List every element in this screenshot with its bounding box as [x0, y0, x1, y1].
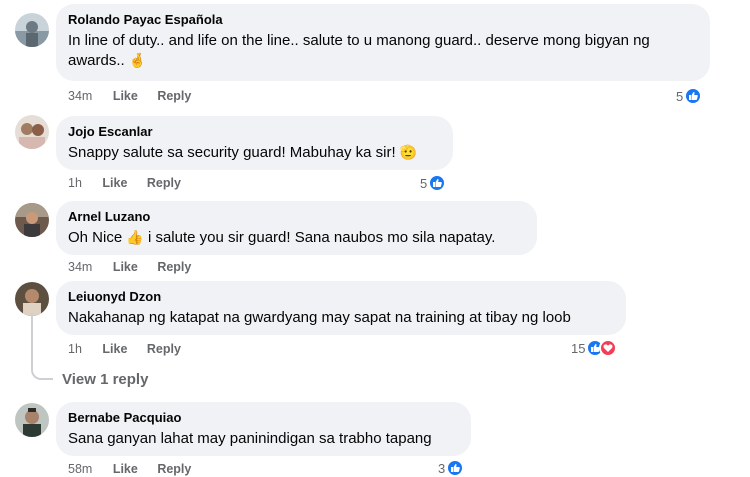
- view-replies-link[interactable]: View 1 reply: [62, 371, 148, 388]
- comment-bubble: Jojo Escanlar Snappy salute sa security …: [56, 116, 453, 170]
- thumbs-up-icon: [684, 87, 703, 105]
- like-button[interactable]: Like: [102, 341, 127, 357]
- heart-icon: [599, 339, 618, 357]
- avatar[interactable]: [15, 13, 49, 47]
- comment-text-body: i salute you sir guard! Sana naubos mo s…: [147, 229, 496, 246]
- comment-author[interactable]: Bernabe Pacquiao: [68, 410, 459, 426]
- like-button[interactable]: Like: [113, 461, 138, 477]
- comment-text: Oh Nice 👍 i salute you sir guard! Sana n…: [68, 228, 525, 248]
- comment-text: In line of duty.. and life on the line..…: [68, 31, 698, 71]
- comment-author[interactable]: Jojo Escanlar: [68, 124, 441, 140]
- comment-author[interactable]: Leiuonyd Dzon: [68, 289, 614, 305]
- comment-timestamp[interactable]: 58m: [68, 461, 92, 477]
- comment-text: Snappy salute sa security guard! Mabuhay…: [68, 143, 441, 163]
- reaction-summary[interactable]: 3: [438, 458, 465, 477]
- comment-text-body: Oh Nice: [68, 229, 123, 246]
- avatar[interactable]: [15, 282, 49, 316]
- comment-timestamp[interactable]: 1h: [68, 341, 82, 357]
- comment-bubble: Arnel Luzano Oh Nice 👍 i salute you sir …: [56, 201, 537, 255]
- comment-text-body: In line of duty.. and life on the line..…: [68, 32, 650, 69]
- comment-bubble: Bernabe Pacquiao Sana ganyan lahat may p…: [56, 402, 471, 456]
- reply-thread-line: [31, 313, 53, 380]
- comment-actions: 34m Like Reply: [68, 259, 207, 275]
- comment-bubble: Leiuonyd Dzon Nakahanap ng katapat na gw…: [56, 281, 626, 335]
- reply-button[interactable]: Reply: [147, 341, 181, 357]
- comment-author[interactable]: Rolando Payac Española: [68, 12, 698, 28]
- thumbs-up-icon: [428, 174, 447, 192]
- reply-button[interactable]: Reply: [157, 461, 191, 477]
- reaction-summary[interactable]: 5: [420, 173, 447, 193]
- avatar[interactable]: [15, 403, 49, 437]
- comment-text-body: Nakahanap ng katapat na gwardyang may sa…: [68, 309, 571, 326]
- reaction-count: 5: [676, 88, 684, 104]
- reply-button[interactable]: Reply: [147, 175, 181, 191]
- reaction-summary[interactable]: 15: [571, 338, 618, 358]
- thumbs-up-icon: [446, 459, 465, 477]
- avatar[interactable]: [15, 203, 49, 237]
- comment-text-body: Snappy salute sa security guard! Mabuhay…: [68, 144, 396, 161]
- like-button[interactable]: Like: [113, 259, 138, 275]
- reply-button[interactable]: Reply: [157, 259, 191, 275]
- comment-text: Nakahanap ng katapat na gwardyang may sa…: [68, 308, 614, 328]
- comment-actions: 1h Like Reply: [68, 175, 197, 191]
- crossed-fingers-emoji: 🤞: [128, 53, 147, 69]
- saluting-face-emoji: 🫡: [399, 145, 418, 161]
- reaction-count: 3: [438, 460, 446, 476]
- comment-actions: 58m Like Reply: [68, 461, 207, 477]
- comment-text: Sana ganyan lahat may paninindigan sa tr…: [68, 429, 459, 449]
- reaction-count: 15: [571, 340, 586, 356]
- comment-timestamp[interactable]: 1h: [68, 175, 82, 191]
- comment-timestamp[interactable]: 34m: [68, 88, 92, 104]
- thumbs-up-emoji: 👍: [126, 230, 144, 246]
- avatar[interactable]: [15, 115, 49, 149]
- comment-bubble: Rolando Payac Española In line of duty..…: [56, 4, 710, 81]
- comment-text-body: Sana ganyan lahat may paninindigan sa tr…: [68, 430, 432, 447]
- reaction-summary[interactable]: 5: [676, 86, 703, 106]
- comment-actions: 1h Like Reply: [68, 341, 197, 357]
- reply-button[interactable]: Reply: [157, 88, 191, 104]
- like-button[interactable]: Like: [113, 88, 138, 104]
- like-button[interactable]: Like: [102, 175, 127, 191]
- comment-actions: 34m Like Reply: [68, 88, 207, 104]
- reaction-count: 5: [420, 175, 428, 191]
- comment-timestamp[interactable]: 34m: [68, 259, 92, 275]
- comment-author[interactable]: Arnel Luzano: [68, 209, 525, 225]
